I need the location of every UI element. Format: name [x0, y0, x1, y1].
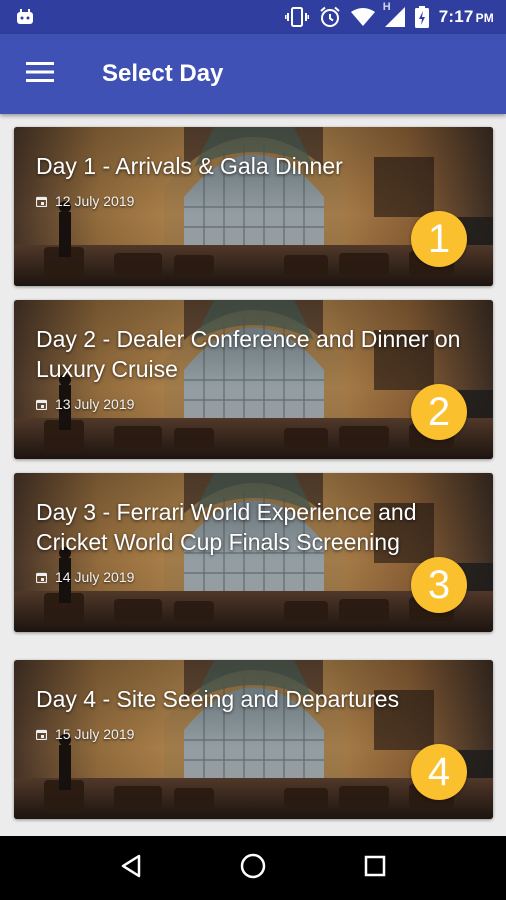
- day-date-text: 13 July 2019: [55, 396, 135, 412]
- recents-icon: [364, 855, 386, 882]
- android-debug-icon: [16, 9, 34, 25]
- app-bar: Select Day: [0, 34, 506, 114]
- calendar-icon: [36, 196, 47, 207]
- day-number-badge: 3: [411, 557, 467, 613]
- clock: 7:17 PM: [439, 7, 494, 27]
- day-title: Day 3 - Ferrari World Experience and Cri…: [36, 499, 417, 555]
- clock-time: 7:17: [438, 7, 474, 26]
- alarm-icon: [319, 6, 341, 28]
- recents-button[interactable]: [345, 838, 405, 898]
- back-icon: [120, 854, 142, 883]
- day-date: 13 July 2019: [36, 396, 134, 412]
- calendar-icon: [36, 572, 47, 583]
- calendar-icon: [36, 399, 47, 410]
- day-number-badge: 4: [411, 744, 467, 800]
- home-icon: [240, 853, 266, 884]
- day-card-3[interactable]: Day 3 - Ferrari World Experience and Cri…: [14, 473, 493, 632]
- day-list: Day 1 - Arrivals & Gala Dinner 12 July 2…: [0, 114, 506, 836]
- home-button[interactable]: [223, 838, 283, 898]
- day-date: 15 July 2019: [36, 726, 134, 742]
- signal-icon: H: [383, 1, 405, 27]
- clock-ampm: PM: [475, 11, 494, 25]
- menu-button[interactable]: [12, 46, 68, 102]
- system-nav-bar: [0, 836, 506, 900]
- calendar-icon: [36, 729, 47, 740]
- wifi-icon: [350, 8, 375, 26]
- battery-charging-icon: [414, 6, 429, 28]
- day-date-text: 15 July 2019: [55, 726, 135, 742]
- day-card-4[interactable]: Day 4 - Site Seeing and Departures 15 Ju…: [14, 660, 493, 819]
- day-date: 12 July 2019: [36, 193, 134, 209]
- day-title: Day 2 - Dealer Conference and Dinner on …: [36, 326, 461, 382]
- day-title: Day 1 - Arrivals & Gala Dinner: [36, 153, 343, 179]
- day-date: 14 July 2019: [36, 569, 134, 585]
- vibrate-icon: [284, 7, 309, 27]
- day-number-badge: 1: [411, 211, 467, 267]
- hamburger-menu-icon: [26, 61, 54, 88]
- page-title: Select Day: [102, 60, 224, 87]
- status-bar: H 7:17 PM: [0, 0, 506, 34]
- day-date-text: 14 July 2019: [55, 569, 135, 585]
- day-number-badge: 2: [411, 384, 467, 440]
- day-title: Day 4 - Site Seeing and Departures: [36, 686, 400, 712]
- day-card-1[interactable]: Day 1 - Arrivals & Gala Dinner 12 July 2…: [14, 127, 493, 286]
- day-date-text: 12 July 2019: [55, 193, 135, 209]
- back-button[interactable]: [101, 838, 161, 898]
- day-card-2[interactable]: Day 2 - Dealer Conference and Dinner on …: [14, 300, 493, 459]
- network-type-label: H: [382, 1, 391, 13]
